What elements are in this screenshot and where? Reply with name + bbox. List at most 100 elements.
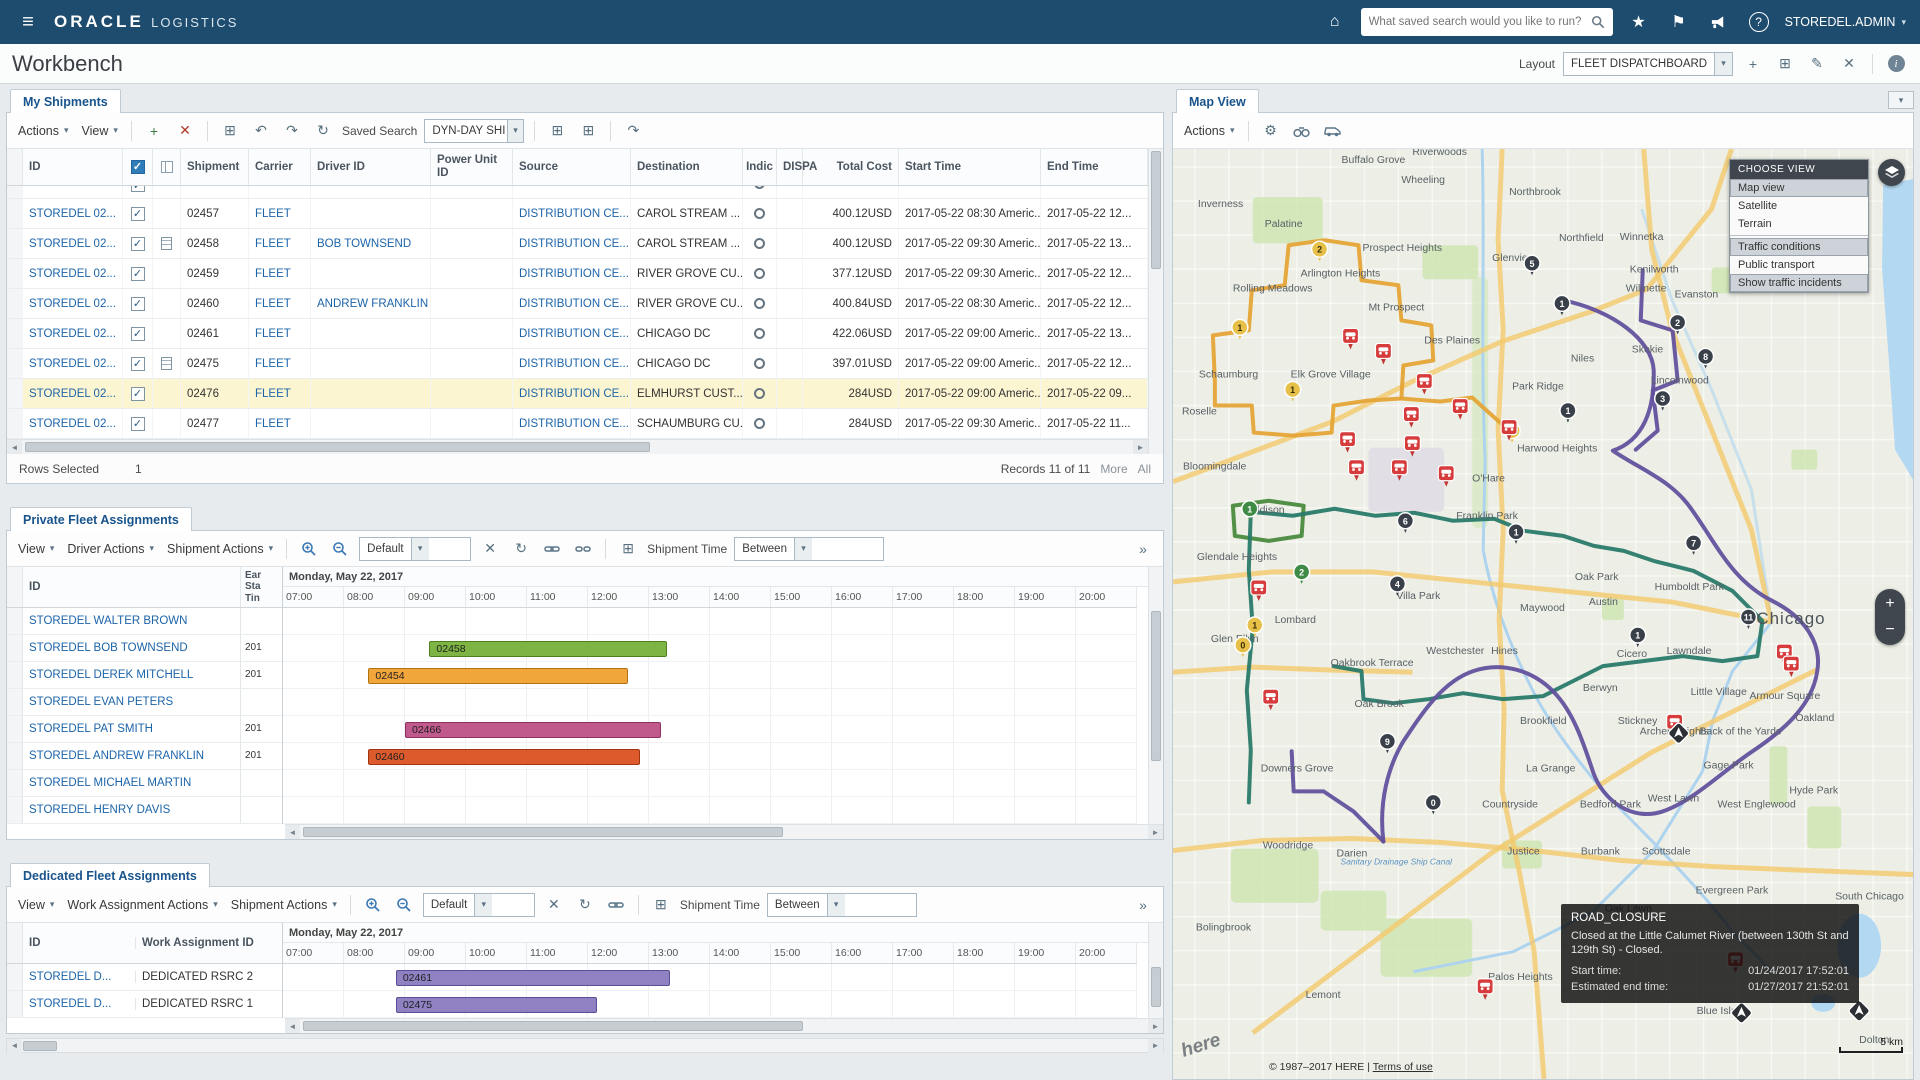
terms-of-use-link[interactable]: Terms of use xyxy=(1373,1061,1433,1073)
saved-search-select[interactable]: DYN-DAY SHI ▾ xyxy=(424,119,524,143)
map-settings-gear-icon[interactable]: ⚙ xyxy=(1259,119,1283,143)
gantt-preset-select[interactable]: Default ▾ xyxy=(359,537,471,561)
driver-id-link[interactable]: STOREDEL EVAN PETERS xyxy=(23,696,240,708)
col-end-time[interactable]: End Time xyxy=(1041,149,1148,185)
duplicate-icon[interactable]: ⊞ xyxy=(218,119,242,143)
scroll-right-icon[interactable]: ► xyxy=(1148,1019,1163,1033)
driver-id-link[interactable]: STOREDEL HENRY DAVIS xyxy=(23,804,240,816)
user-menu[interactable]: STOREDEL.ADMIN ▾ xyxy=(1785,15,1906,29)
shipment-id-link[interactable]: STOREDEL 02... xyxy=(29,418,116,430)
gantt-col-work-assignment[interactable]: Work Assignment ID xyxy=(135,937,283,949)
shipment-row[interactable]: STOREDEL 02...02461FLEETDISTRIBUTION CE.… xyxy=(7,319,1148,349)
view-menu[interactable]: View▾ xyxy=(15,540,57,558)
shipments-vscrollbar[interactable] xyxy=(1148,149,1163,454)
actions-menu[interactable]: Actions▾ xyxy=(1181,122,1238,140)
copy-layout-icon[interactable]: ⊞ xyxy=(1773,52,1797,76)
shipment-id-link[interactable]: STOREDEL 02... xyxy=(29,328,116,340)
workbench-bottom-scrollbar[interactable]: ◄ ► xyxy=(6,1038,1164,1053)
carrier-link[interactable]: FLEET xyxy=(255,208,291,220)
redo-icon[interactable]: ↷ xyxy=(280,119,304,143)
scroll-right-icon[interactable]: ► xyxy=(1148,825,1163,839)
shipment-id-link[interactable]: STOREDEL 02... xyxy=(29,358,116,370)
expand-toolbar-icon[interactable]: » xyxy=(1131,537,1155,561)
gantt-bar-02460[interactable]: 02460 xyxy=(368,749,639,765)
choose-view-option-satellite[interactable]: Satellite xyxy=(1730,197,1868,215)
shipments-hscrollbar[interactable]: ◄ ► xyxy=(7,439,1148,454)
chart-view-icon[interactable]: ⊞ xyxy=(576,119,600,143)
refresh-icon[interactable]: ↻ xyxy=(509,537,533,561)
zoom-out-button[interactable]: − xyxy=(1885,622,1894,638)
panel-collapse-control[interactable]: ▾ xyxy=(1888,91,1914,109)
delete-row-icon[interactable]: ✕ xyxy=(173,119,197,143)
col-doc[interactable] xyxy=(153,149,181,185)
shipment-id-link[interactable]: STOREDEL 02... xyxy=(29,238,116,250)
add-row-icon[interactable]: + xyxy=(142,119,166,143)
col-start-time[interactable]: Start Time xyxy=(899,149,1041,185)
scroll-left-icon[interactable]: ◄ xyxy=(285,825,300,839)
shipment-time-select[interactable]: Between ▾ xyxy=(734,537,884,561)
refresh-icon[interactable]: ↻ xyxy=(311,119,335,143)
shipment-actions-menu[interactable]: Shipment Actions▾ xyxy=(164,540,276,558)
col-dispatch[interactable]: DISPA xyxy=(777,149,803,185)
shipment-row[interactable]: STOREDEL 02...02457FLEETDISTRIBUTION CE.… xyxy=(7,199,1148,229)
all-link[interactable]: All xyxy=(1138,462,1151,476)
row-checkbox[interactable] xyxy=(131,186,145,192)
source-link[interactable]: DISTRIBUTION CE... xyxy=(519,418,629,430)
zoom-in-icon[interactable] xyxy=(297,537,321,561)
col-indicators[interactable]: Indic xyxy=(743,149,777,185)
shipment-id-link[interactable]: STOREDEL 02... xyxy=(29,208,116,220)
more-link[interactable]: More xyxy=(1100,462,1127,476)
source-link[interactable]: DISTRIBUTION CE... xyxy=(519,298,629,310)
driver-link[interactable]: BOB TOWNSEND xyxy=(317,238,411,250)
scroll-thumb[interactable] xyxy=(1151,151,1161,269)
col-destination[interactable]: Destination xyxy=(631,149,743,185)
gantt-bar-02475[interactable]: 02475 xyxy=(396,997,597,1013)
col-select[interactable] xyxy=(123,149,153,185)
driver-id-link[interactable]: STOREDEL BOB TOWNSEND xyxy=(23,642,240,654)
scroll-right-icon[interactable]: ► xyxy=(1133,440,1148,454)
tab-my-shipments[interactable]: My Shipments xyxy=(10,89,121,113)
add-layout-icon[interactable]: + xyxy=(1741,52,1765,76)
detach-grid-icon[interactable]: ⊞ xyxy=(545,119,569,143)
home-icon[interactable]: ⌂ xyxy=(1321,8,1349,36)
choose-view-option-show-traffic-incidents[interactable]: Show traffic incidents xyxy=(1730,274,1868,292)
shipment-row[interactable]: STOREDEL 02...02475FLEETDISTRIBUTION CE.… xyxy=(7,349,1148,379)
gantt-col-id[interactable]: ID xyxy=(23,581,240,593)
carrier-link[interactable]: FLEET xyxy=(255,238,291,250)
shipment-actions-menu[interactable]: Shipment Actions▾ xyxy=(228,896,340,914)
pfa-driver-row[interactable]: STOREDEL MICHAEL MARTIN xyxy=(7,770,282,797)
undo-icon[interactable]: ↶ xyxy=(249,119,273,143)
unlink-icon[interactable] xyxy=(571,537,595,561)
carrier-link[interactable]: FLEET xyxy=(255,268,291,280)
scroll-thumb[interactable] xyxy=(1151,611,1161,761)
shipment-id-link[interactable]: STOREDEL 02... xyxy=(29,388,116,400)
work-assignment-id-link[interactable]: STOREDEL D... xyxy=(23,971,135,983)
scroll-thumb[interactable] xyxy=(1151,967,1161,1007)
row-checkbox[interactable] xyxy=(131,417,145,431)
gantt-col-id[interactable]: ID xyxy=(23,937,135,949)
choose-view-option-map-view[interactable]: Map view xyxy=(1730,179,1868,197)
link-icon[interactable] xyxy=(604,893,628,917)
zoom-in-icon[interactable] xyxy=(361,893,385,917)
row-checkbox[interactable] xyxy=(131,297,145,311)
hamburger-menu-icon[interactable]: ≡ xyxy=(14,11,42,34)
scroll-thumb[interactable] xyxy=(25,442,650,452)
pfa-driver-row[interactable]: STOREDEL HENRY DAVIS xyxy=(7,797,282,824)
table-view-icon[interactable]: ⊞ xyxy=(649,893,673,917)
col-shipment[interactable]: Shipment xyxy=(181,149,249,185)
source-link[interactable]: DISTRIBUTION CE... xyxy=(519,208,629,220)
scroll-left-icon[interactable]: ◄ xyxy=(7,440,22,454)
tab-dedicated-fleet-assignments[interactable]: Dedicated Fleet Assignments xyxy=(10,863,210,887)
favorites-star-icon[interactable]: ★ xyxy=(1625,8,1653,36)
driver-actions-menu[interactable]: Driver Actions▾ xyxy=(64,540,157,558)
scroll-right-icon[interactable]: ► xyxy=(1148,1039,1163,1053)
announcements-icon[interactable] xyxy=(1705,8,1733,36)
carrier-link[interactable]: FLEET xyxy=(255,388,291,400)
dfa-vscrollbar[interactable] xyxy=(1148,923,1163,1018)
row-checkbox[interactable] xyxy=(131,237,145,251)
row-checkbox[interactable] xyxy=(131,387,145,401)
search-icon[interactable] xyxy=(1591,15,1605,29)
saved-search-input[interactable] xyxy=(1369,16,1585,28)
shipment-row[interactable]: STOREDEL 02...02476FLEETDISTRIBUTION CE.… xyxy=(7,379,1148,409)
dfa-resource-row[interactable]: STOREDEL D...DEDICATED RSRC 1 xyxy=(7,991,282,1018)
